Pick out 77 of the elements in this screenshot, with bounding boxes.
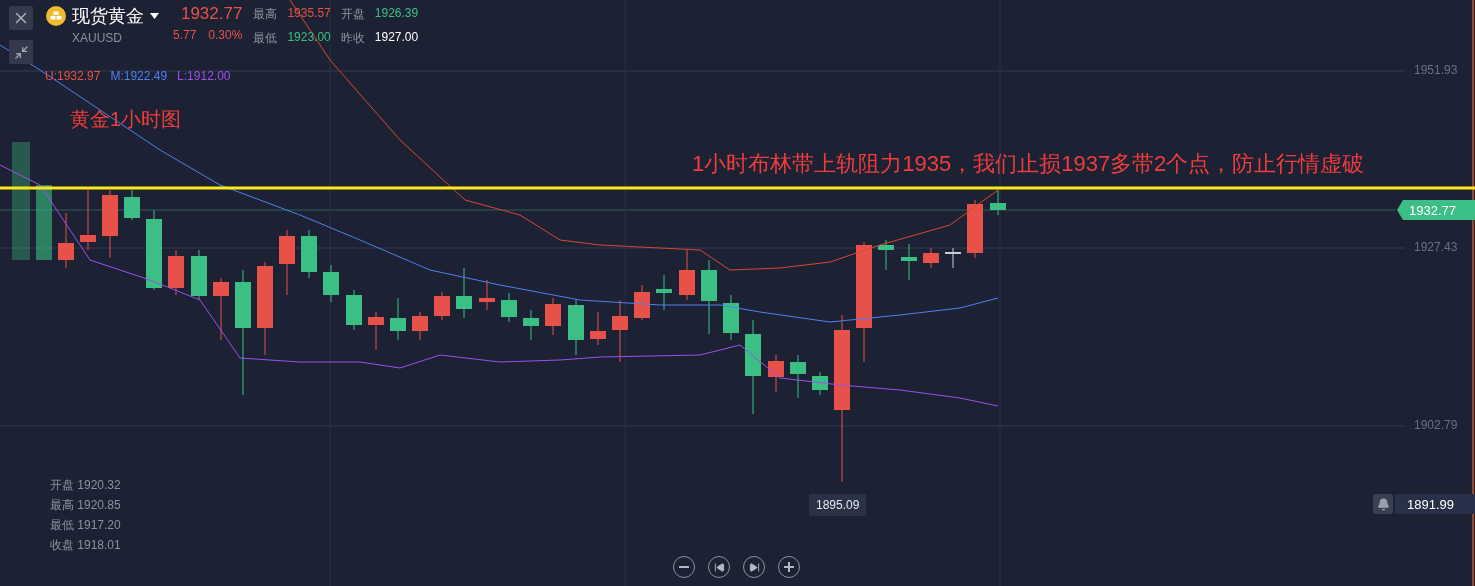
stat-value: 1926.39	[374, 6, 419, 22]
candle	[878, 239, 894, 271]
low-price-marker: 1895.09	[809, 494, 867, 516]
zoom-out-button[interactable]	[673, 556, 695, 578]
indicator-value: U:1932.97	[45, 69, 101, 83]
price-change: 5.77	[173, 28, 197, 42]
candle	[634, 284, 650, 321]
candle	[124, 189, 140, 221]
next-button[interactable]	[743, 556, 765, 578]
annotation-text: 1小时布林带上轨阻力1935，我们止损1937多带2个点，防止行情虚破	[692, 150, 1365, 178]
symbol-dropdown[interactable]: 现货黄金	[72, 4, 159, 28]
indicator-value: M:1922.49	[110, 69, 168, 83]
candle	[523, 309, 539, 341]
candle	[945, 247, 961, 269]
candle	[279, 229, 295, 296]
candle	[501, 292, 517, 323]
plus-icon	[784, 562, 794, 572]
indicator-value: L:1912.00	[177, 69, 231, 83]
ohlc-row: 开盘 1920.32	[50, 477, 121, 494]
candle	[812, 371, 828, 396]
price-axis-label: 1927.43	[1414, 240, 1458, 254]
candle	[102, 189, 118, 259]
coin-icon	[46, 6, 66, 26]
candle	[545, 297, 561, 336]
candle	[412, 311, 428, 341]
percent-change: 0.30%	[208, 28, 243, 42]
stat-label: 开盘	[340, 6, 365, 23]
candle	[434, 291, 450, 321]
skip-forward-icon	[748, 561, 760, 573]
candle	[301, 229, 317, 279]
minus-icon	[679, 566, 689, 568]
current-price-tag: 1932.77	[1397, 200, 1475, 220]
candle	[768, 354, 784, 393]
skip-back-icon	[713, 561, 725, 573]
candle	[679, 249, 695, 301]
candle	[590, 311, 606, 346]
ohlc-row: 最高 1920.85	[50, 497, 121, 514]
candle	[368, 311, 384, 351]
price-axis-label: 1951.93	[1414, 63, 1458, 77]
ohlc-row: 最低 1917.20	[50, 517, 121, 534]
collapse-arrows-icon	[13, 44, 29, 60]
stat-label: 最低	[253, 30, 278, 47]
previous-button[interactable]	[708, 556, 730, 578]
candle	[456, 267, 472, 319]
candle	[990, 189, 1006, 216]
candle	[168, 249, 184, 296]
zoom-in-button[interactable]	[778, 556, 800, 578]
candle	[346, 289, 362, 331]
candle	[612, 299, 628, 363]
candle	[213, 277, 229, 341]
stat-label: 最高	[253, 6, 278, 23]
alert-price: 1891.99	[1395, 494, 1475, 514]
candle	[323, 264, 339, 303]
price-axis-label: 1902.79	[1414, 418, 1458, 432]
candle	[568, 299, 584, 356]
stat-label: 昨收	[340, 30, 365, 47]
ohlc-row: 收盘 1918.01	[50, 537, 121, 554]
caret-icon	[150, 13, 159, 19]
close-button[interactable]	[9, 6, 33, 30]
candle	[390, 297, 406, 341]
candle	[479, 279, 495, 311]
bell-icon	[1376, 497, 1390, 511]
candle	[923, 247, 939, 269]
candle	[80, 189, 96, 251]
collapse-button[interactable]	[9, 40, 33, 64]
alert-button[interactable]	[1373, 494, 1393, 514]
candle	[723, 294, 739, 341]
candle	[656, 274, 672, 311]
candle	[901, 243, 917, 281]
current-price: 1932.77	[180, 4, 243, 24]
candle	[967, 199, 983, 259]
candle	[58, 212, 74, 269]
candle	[191, 249, 207, 301]
stat-value: 1935.57	[287, 6, 331, 22]
symbol-code: XAUUSD	[72, 31, 123, 45]
candle	[790, 354, 806, 399]
stat-value: 1927.00	[374, 30, 419, 46]
